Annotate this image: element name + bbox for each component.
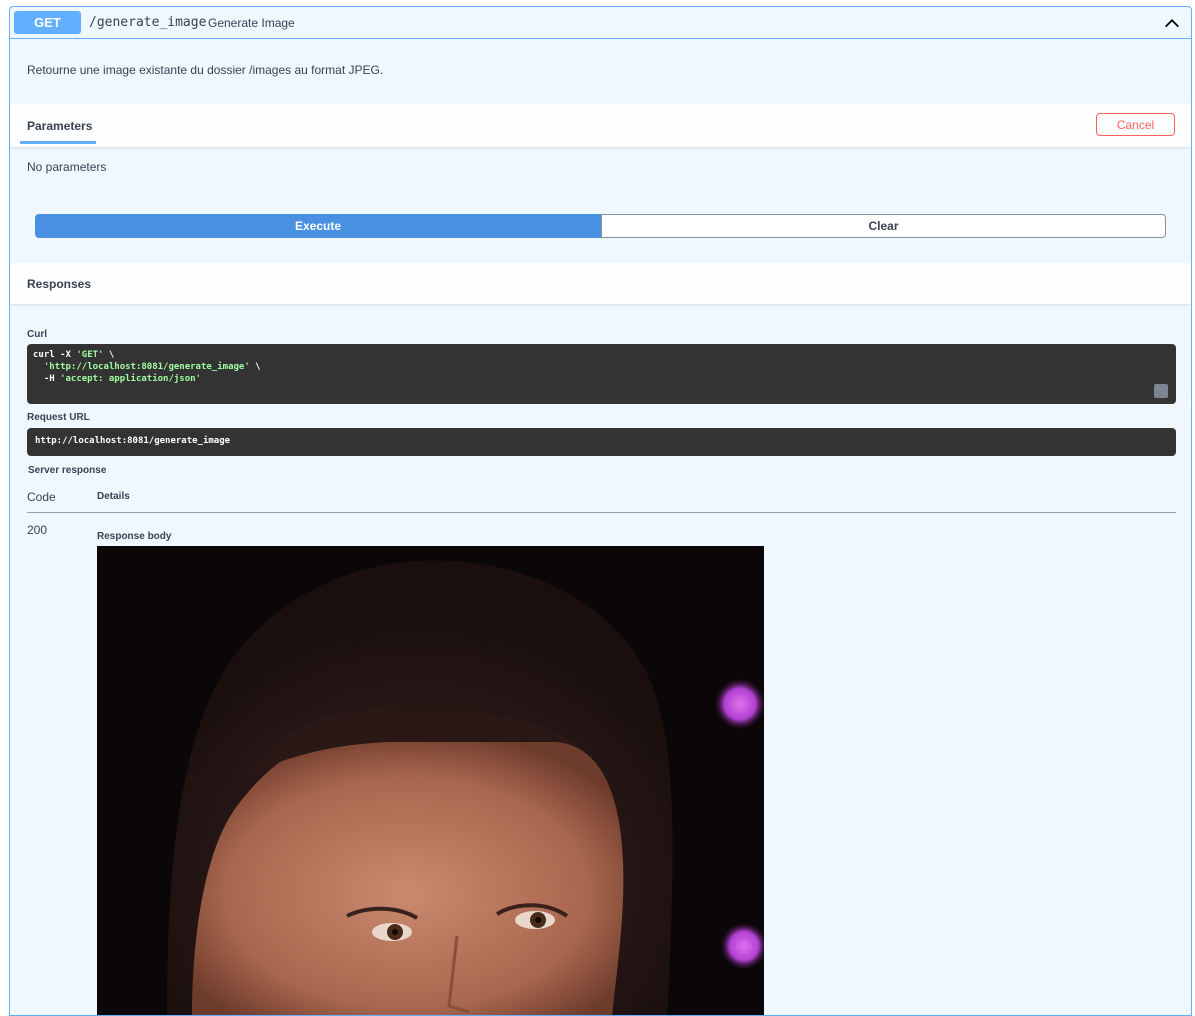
endpoint-path: /generate_image (89, 15, 206, 30)
curl-method: 'GET' (76, 350, 103, 360)
responses-header: Responses (10, 263, 1191, 304)
curl-label: Curl (27, 329, 47, 340)
endpoint-summary: Generate Image (208, 16, 295, 30)
status-code: 200 (27, 523, 47, 537)
responses-title: Responses (27, 277, 91, 291)
response-image (97, 546, 764, 1016)
copy-icon[interactable] (1154, 384, 1168, 398)
details-column-header: Details (97, 491, 130, 502)
code-column-header: Code (27, 490, 56, 504)
curl-continuation-1: \ (103, 350, 114, 360)
parameters-header: Parameters Cancel (10, 104, 1191, 147)
response-photo (97, 546, 764, 1016)
request-url[interactable]: http://localhost:8081/generate_image (27, 428, 1176, 456)
curl-continuation-2: \ (250, 362, 261, 372)
cancel-button[interactable]: Cancel (1096, 113, 1175, 136)
curl-code-block[interactable]: curl -X 'GET' \ 'http://localhost:8081/g… (27, 344, 1176, 404)
no-parameters-text: No parameters (27, 160, 106, 174)
operation-block: GET /generate_image Generate Image Retou… (9, 6, 1192, 1016)
server-response-label: Server response (28, 465, 106, 476)
table-divider (27, 512, 1176, 513)
clear-button[interactable]: Clear (601, 214, 1166, 238)
curl-url: 'http://localhost:8081/generate_image' (44, 362, 250, 372)
chevron-up-icon[interactable] (1163, 14, 1181, 32)
execute-wrapper: Execute Clear (35, 214, 1166, 238)
curl-header-flag: -H (33, 374, 60, 384)
curl-cmd: curl -X (33, 350, 76, 360)
tab-parameters[interactable]: Parameters (20, 118, 96, 144)
response-body-label: Response body (97, 531, 171, 542)
curl-header-value: 'accept: application/json' (60, 374, 201, 384)
request-url-label: Request URL (27, 412, 90, 423)
execute-button[interactable]: Execute (35, 214, 601, 238)
endpoint-description: Retourne une image existante du dossier … (27, 63, 383, 77)
operation-summary[interactable]: GET /generate_image Generate Image (10, 7, 1191, 39)
method-badge: GET (14, 11, 81, 34)
